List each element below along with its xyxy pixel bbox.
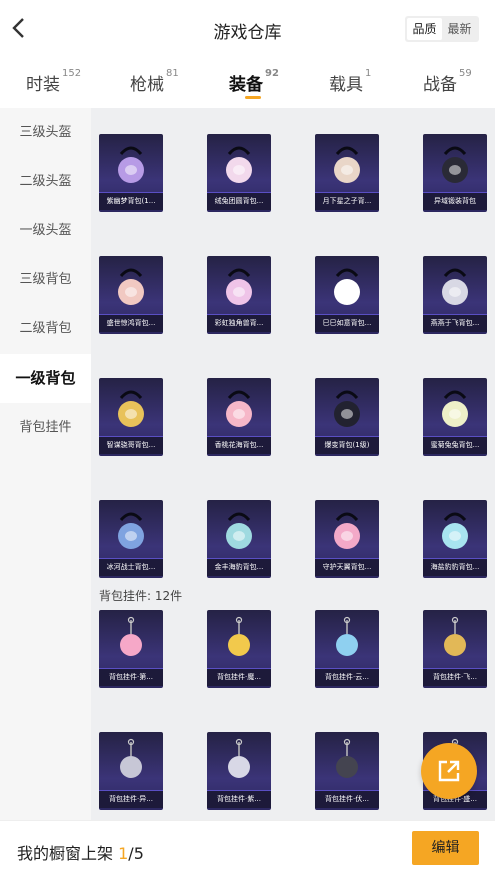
cloud-charm-icon xyxy=(323,616,371,664)
wing-charm-icon xyxy=(107,738,155,786)
item-name: 蜜菊兔兔背包... xyxy=(423,436,487,454)
item-name: 智谋骁哥背包... xyxy=(99,436,163,454)
item-name: 巳巳如意背包... xyxy=(315,314,379,332)
category-tabs: 时装152 枪械81 装备92 载具1 战备59 xyxy=(0,58,495,108)
item-name: 背包挂件·紫... xyxy=(207,790,271,808)
item-name: 守护天翼背包... xyxy=(315,558,379,576)
item-card[interactable]: 蜜菊兔兔背包... xyxy=(423,378,487,456)
item-card[interactable]: 背包挂件·伏... xyxy=(315,732,379,810)
peach-backpack-icon xyxy=(215,384,263,432)
warrior-backpack-icon xyxy=(107,506,155,554)
item-card[interactable]: 巳巳如意背包... xyxy=(315,256,379,334)
wing-backpack-icon xyxy=(323,506,371,554)
heart-charm-icon xyxy=(107,616,155,664)
item-card[interactable]: 智谋骁哥背包... xyxy=(99,378,163,456)
item-name: 紫幽梦背包(1... xyxy=(99,192,163,210)
item-name: 绒兔团圆背包... xyxy=(207,192,271,210)
item-name: 爆变背包(1级) xyxy=(315,436,379,454)
sidebar-item-backpack-lv2[interactable]: 二级背包 xyxy=(0,304,91,353)
edit-button[interactable]: 编辑 xyxy=(412,831,479,865)
tab-fashion[interactable]: 时装152 xyxy=(26,68,81,95)
item-card[interactable]: 盛世惊鸿背包... xyxy=(99,256,163,334)
tab-active-indicator xyxy=(245,96,261,99)
item-name: 背包挂件·异... xyxy=(99,790,163,808)
moon-backpack-icon xyxy=(323,140,371,188)
sidebar-item-helmet-lv1[interactable]: 一级头盔 xyxy=(0,206,91,255)
item-name: 背包挂件·魔... xyxy=(207,668,271,686)
tab-equipment[interactable]: 装备92 xyxy=(229,68,279,95)
sort-toggle: 品质 最新 xyxy=(405,16,479,42)
dark-armored-backpack-icon xyxy=(431,140,479,188)
item-card[interactable]: 背包挂件·魔... xyxy=(207,610,271,688)
item-card[interactable]: 香桃花海背包... xyxy=(207,378,271,456)
item-card[interactable]: 背包挂件·云... xyxy=(315,610,379,688)
charm-section-label: 背包挂件: 12件 xyxy=(99,589,183,603)
swallow-backpack-icon xyxy=(431,262,479,310)
item-card[interactable]: 背包挂件·紫... xyxy=(207,732,271,810)
item-card[interactable]: 冰河战士背包... xyxy=(99,500,163,578)
sort-quality-button[interactable]: 品质 xyxy=(407,18,442,40)
item-card[interactable]: 绒兔团圆背包... xyxy=(207,134,271,212)
seal-backpack-icon xyxy=(215,506,263,554)
tab-vehicles[interactable]: 载具1 xyxy=(329,68,371,95)
ring-charm-icon xyxy=(323,738,371,786)
share-external-icon xyxy=(438,760,460,782)
item-card[interactable]: 守护天翼背包... xyxy=(315,500,379,578)
item-card[interactable]: 燕燕于飞背包... xyxy=(423,256,487,334)
item-name: 彩虹独角兽背... xyxy=(207,314,271,332)
item-name: 燕燕于飞背包... xyxy=(423,314,487,332)
white-bunny-backpack-icon xyxy=(323,262,371,310)
item-name: 海盐豹豹背包... xyxy=(423,558,487,576)
item-name: 背包挂件·飞... xyxy=(423,668,487,686)
item-name: 盛世惊鸿背包... xyxy=(99,314,163,332)
wand-charm-icon xyxy=(215,616,263,664)
sidebar-item-helmet-lv2[interactable]: 二级头盔 xyxy=(0,157,91,206)
item-card[interactable]: 爆变背包(1级) xyxy=(315,378,379,456)
item-card[interactable]: 背包挂件·异... xyxy=(99,732,163,810)
sidebar-item-backpack-charm[interactable]: 背包挂件 xyxy=(0,403,91,452)
flower-backpack-icon xyxy=(107,262,155,310)
item-name: 金丰海豹背包... xyxy=(207,558,271,576)
sidebar-item-backpack-lv1[interactable]: 一级背包 xyxy=(0,354,91,403)
item-name: 异域锻装背包 xyxy=(423,192,487,210)
mask-backpack-icon xyxy=(107,384,155,432)
sidebar-item-helmet-lv3[interactable]: 三级头盔 xyxy=(0,108,91,157)
item-name: 背包挂件·云... xyxy=(315,668,379,686)
item-card[interactable]: 海盐豹豹背包... xyxy=(423,500,487,578)
bunny-ear-orb-backpack-icon xyxy=(107,140,155,188)
item-name: 冰河战士背包... xyxy=(99,558,163,576)
item-name: 月下星之子背... xyxy=(315,192,379,210)
item-card[interactable]: 紫幽梦背包(1... xyxy=(99,134,163,212)
item-card[interactable]: 异域锻装背包 xyxy=(423,134,487,212)
blue-creature-backpack-icon xyxy=(431,506,479,554)
black-bunny-backpack-icon xyxy=(323,384,371,432)
item-name: 香桃花海背包... xyxy=(207,436,271,454)
bunny-backpack-icon xyxy=(215,140,263,188)
header-bar: 游戏仓库 品质 最新 xyxy=(0,0,495,58)
bell-charm-icon xyxy=(215,738,263,786)
bunny-box-backpack-icon xyxy=(431,384,479,432)
showcase-status: 我的橱窗上架 1/5 xyxy=(17,844,144,863)
item-grid: 紫幽梦背包(1... 绒兔团圆背包... 月下星之子背... 异域锻装背包盛世惊鸿背包… xyxy=(91,108,495,820)
tab-supplies[interactable]: 战备59 xyxy=(423,68,472,95)
item-card[interactable]: 月下星之子背... xyxy=(315,134,379,212)
sidebar: 三级头盔 二级头盔 一级头盔 三级背包 二级背包 一级背包 背包挂件 xyxy=(0,108,91,820)
item-name: 背包挂件·伏... xyxy=(315,790,379,808)
item-card[interactable]: 背包挂件·飞... xyxy=(423,610,487,688)
plane-charm-icon xyxy=(431,616,479,664)
tab-guns[interactable]: 枪械81 xyxy=(130,68,179,95)
item-card[interactable]: 金丰海豹背包... xyxy=(207,500,271,578)
item-card[interactable]: 彩虹独角兽背... xyxy=(207,256,271,334)
item-card[interactable]: 背包挂件·第... xyxy=(99,610,163,688)
share-fab-button[interactable] xyxy=(421,743,477,799)
unicorn-backpack-icon xyxy=(215,262,263,310)
item-name: 背包挂件·第... xyxy=(99,668,163,686)
sort-latest-button[interactable]: 最新 xyxy=(442,18,477,40)
showcase-footer: 我的橱窗上架 1/5 编辑 xyxy=(0,820,495,876)
sidebar-item-backpack-lv3[interactable]: 三级背包 xyxy=(0,255,91,304)
